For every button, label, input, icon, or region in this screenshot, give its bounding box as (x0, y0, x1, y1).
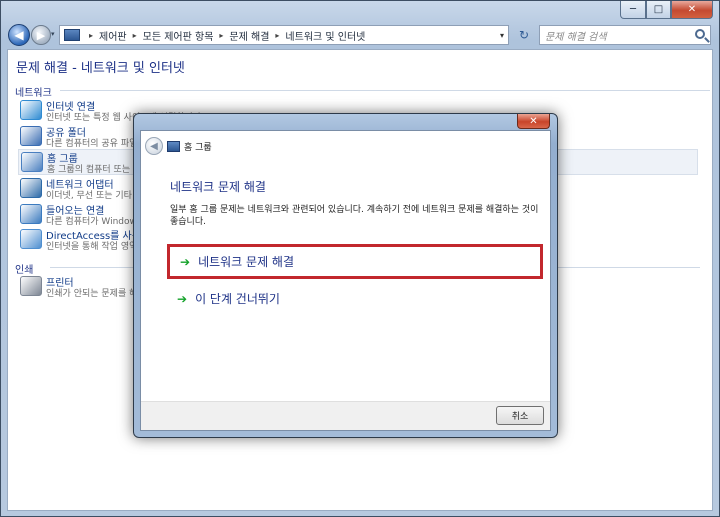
forward-button[interactable]: ▶ (31, 25, 51, 45)
action-label: 이 단계 건너뛰기 (195, 292, 280, 306)
refresh-button[interactable]: ↻ (513, 26, 535, 44)
close-button[interactable]: ✕ (671, 1, 713, 19)
minimize-button[interactable]: ─ (620, 1, 646, 19)
cancel-button[interactable]: 취소 (496, 406, 544, 425)
back-button[interactable]: ◀ (8, 24, 30, 46)
search-input[interactable]: 문제 해결 검색 (539, 25, 711, 45)
dialog-title: 홈 그룹 (184, 143, 212, 153)
dialog-close-button[interactable]: ✕ (517, 114, 550, 129)
printer-icon (20, 276, 42, 296)
search-placeholder: 문제 해결 검색 (545, 31, 607, 43)
green-arrow-icon: ➔ (180, 254, 191, 269)
title-bar: ─ □ ✕ (1, 1, 719, 21)
breadcrumb-troubleshooting[interactable]: 문제 해결 (229, 28, 269, 43)
page-title: 문제 해결 - 네트워크 및 인터넷 (16, 61, 185, 76)
address-dropdown-icon[interactable]: ▾ (500, 31, 504, 40)
shared-folder-icon (20, 126, 42, 146)
dialog-description: 일부 홈 그룹 문제는 네트워크와 관련되어 있습니다. 계속하기 전에 네트워… (170, 205, 539, 227)
homegroup-troubleshooter-dialog: ✕ ◀ 홈 그룹 네트워크 문제 해결 일부 홈 그룹 문제는 네트워크와 관련… (133, 113, 558, 438)
dialog-heading: 네트워크 문제 해결 (170, 180, 266, 194)
navigation-bar: ◀ ▶ ▾ ▸ 제어판 ▸ 모든 제어판 항목 ▸ 문제 해결 ▸ 네트워크 및… (1, 21, 719, 47)
dialog-footer: 취소 (141, 401, 550, 430)
breadcrumb-network-internet[interactable]: 네트워크 및 인터넷 (285, 28, 365, 43)
section-divider (60, 90, 710, 91)
green-arrow-icon: ➔ (177, 291, 188, 306)
dialog-back-button[interactable]: ◀ (145, 137, 163, 155)
skip-step-link[interactable]: ➔ 이 단계 건너뛰기 (167, 281, 543, 316)
section-label-network: 네트워크 (15, 88, 52, 99)
directaccess-icon (20, 229, 42, 249)
dialog-header: ◀ 홈 그룹 (141, 131, 550, 161)
breadcrumb-all-items[interactable]: 모든 제어판 항목 (143, 28, 214, 43)
control-panel-icon (64, 29, 80, 41)
incoming-connections-icon (20, 204, 42, 224)
dialog-body: ◀ 홈 그룹 네트워크 문제 해결 일부 홈 그룹 문제는 네트워크와 관련되어… (140, 130, 551, 431)
search-icon[interactable] (695, 29, 705, 39)
chevron-right-icon[interactable]: ▸ (275, 31, 279, 40)
chevron-right-icon[interactable]: ▸ (133, 31, 137, 40)
chevron-right-icon[interactable]: ▸ (219, 31, 223, 40)
homegroup-icon (21, 152, 43, 172)
address-bar[interactable]: ▸ 제어판 ▸ 모든 제어판 항목 ▸ 문제 해결 ▸ 네트워크 및 인터넷 ▾ (59, 25, 509, 45)
chevron-right-icon[interactable]: ▸ (89, 31, 93, 40)
recent-pages-dropdown[interactable]: ▾ (51, 30, 55, 38)
network-adapter-icon (20, 178, 42, 198)
window-controls: ─ □ ✕ (620, 1, 713, 19)
homegroup-icon (167, 141, 180, 152)
troubleshoot-network-link[interactable]: ➔ 네트워크 문제 해결 (167, 244, 543, 279)
breadcrumb-control-panel[interactable]: 제어판 (99, 28, 127, 43)
internet-icon (20, 100, 42, 120)
action-label: 네트워크 문제 해결 (198, 255, 295, 269)
maximize-button[interactable]: □ (646, 1, 671, 19)
